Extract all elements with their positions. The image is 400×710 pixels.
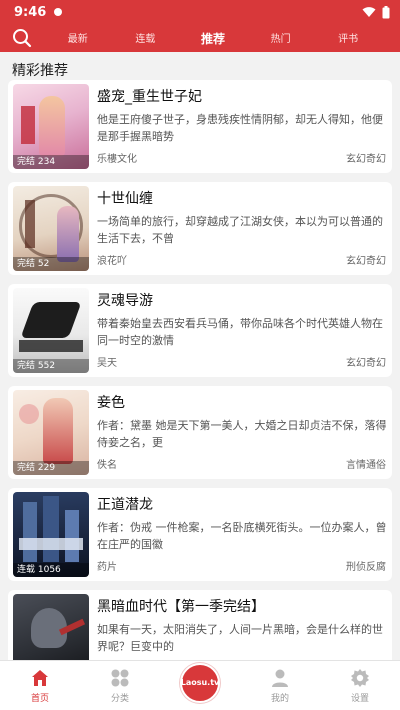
bottom-nav-category[interactable]: 分类 xyxy=(90,667,150,704)
search-button[interactable] xyxy=(0,24,44,52)
search-icon xyxy=(13,29,32,48)
book-cover: 完结 52 xyxy=(13,186,89,271)
book-description: 他是王府傻子世子，身患残疾性情阴郁，却无人得知，他便是那手握黑暗势 xyxy=(97,113,383,143)
book-genre: 言情通俗 xyxy=(346,460,386,471)
book-title: 正道潜龙 xyxy=(97,497,153,513)
book-description: 如果有一天，太阳消失了，人间一片黑暗，会是什么样的世界呢？巨变中的 xyxy=(97,623,383,653)
book-title: 灵魂导游 xyxy=(97,293,153,309)
battery-icon xyxy=(382,5,390,18)
book-status-badge: 完结 52 xyxy=(13,257,89,271)
home-icon xyxy=(29,667,51,689)
book-status-badge: 完结 552 xyxy=(13,359,89,373)
bottom-nav-profile[interactable]: 我的 xyxy=(250,667,310,704)
book-description: 带着秦始皇去西安看兵马俑，带你品味各个时代英雄人物在同一时空的激情 xyxy=(97,317,383,347)
book-card[interactable]: 完结 52 十世仙缠 一场简单的旅行，却穿越成了江湖女侠，本以为可以普通的生活下… xyxy=(8,182,392,275)
book-description: 作者：伪戒 一件枪案，一名卧底横死街头。一位办案人，曾在庄严的国徽 xyxy=(97,521,387,551)
grid-icon xyxy=(109,667,131,689)
tab-storytelling[interactable]: 评书 xyxy=(324,30,372,47)
book-status-badge: 完结 234 xyxy=(13,155,89,169)
bottom-nav-settings[interactable]: 设置 xyxy=(330,667,390,704)
bottom-nav-label: 分类 xyxy=(110,694,129,704)
book-author: 浪花吖 xyxy=(97,256,127,267)
app-logo: Laosu.tv xyxy=(180,662,220,703)
book-card[interactable]: 完结 234 盛宠_重生世子妃 他是王府傻子世子，身患残疾性情阴郁，却无人得知，… xyxy=(8,80,392,173)
book-title: 黑暗血时代【第一季完结】 xyxy=(97,599,265,615)
book-status-badge: 连载 1056 xyxy=(13,563,89,577)
notification-dot-icon xyxy=(54,8,63,16)
book-status-badge: 完结 229 xyxy=(13,461,89,475)
status-icons xyxy=(362,5,390,19)
top-nav: 最新 连载 推荐 热门 评书 xyxy=(0,24,400,52)
book-title: 妾色 xyxy=(97,395,125,411)
user-icon xyxy=(269,667,291,689)
book-genre: 玄幻奇幻 xyxy=(346,358,386,369)
bottom-nav-label: 我的 xyxy=(270,694,289,704)
wifi-icon xyxy=(362,7,376,17)
tab-latest[interactable]: 最新 xyxy=(54,30,102,47)
tab-recommended[interactable]: 推荐 xyxy=(189,30,237,47)
book-cover: 完结 234 xyxy=(13,84,89,169)
bottom-nav: 首页 分类 Laosu.tv 我的 设置 xyxy=(0,660,400,710)
tab-serialized[interactable]: 连载 xyxy=(121,30,169,47)
bottom-nav-label: 设置 xyxy=(350,694,369,704)
book-genre: 刑侦反腐 xyxy=(346,562,386,573)
book-author: 吴天 xyxy=(97,358,117,369)
tab-popular[interactable]: 热门 xyxy=(257,30,305,47)
book-cover: 完结 229 xyxy=(13,390,89,475)
bottom-nav-home[interactable]: 首页 xyxy=(10,667,70,704)
book-genre: 玄幻奇幻 xyxy=(346,256,386,267)
status-time: 9:46 xyxy=(14,4,47,20)
section-title: 精彩推荐 xyxy=(12,63,68,79)
bottom-nav-label: 首页 xyxy=(30,694,49,704)
category-tabs: 最新 连载 推荐 热门 评书 xyxy=(44,30,400,47)
book-title: 盛宠_重生世子妃 xyxy=(97,89,202,105)
book-author: 药片 xyxy=(97,562,117,573)
book-title: 十世仙缠 xyxy=(97,191,153,207)
book-card[interactable]: 完结 552 灵魂导游 带着秦始皇去西安看兵马俑，带你品味各个时代英雄人物在同一… xyxy=(8,284,392,377)
book-genre: 玄幻奇幻 xyxy=(346,154,386,165)
status-bar: 9:46 xyxy=(0,0,400,24)
book-description: 一场简单的旅行，却穿越成了江湖女侠，本以为可以普通的生活下去，不曾 xyxy=(97,215,383,245)
book-cover: 连载 1056 xyxy=(13,492,89,577)
book-cover: 完结 552 xyxy=(13,288,89,373)
gear-icon xyxy=(349,667,371,689)
book-author: 佚名 xyxy=(97,460,117,471)
bottom-nav-logo[interactable]: Laosu.tv xyxy=(170,662,230,703)
book-author: 乐樓文化 xyxy=(97,154,137,165)
book-list: 完结 234 盛宠_重生世子妃 他是王府傻子世子，身患残疾性情阴郁，却无人得知，… xyxy=(8,80,392,692)
book-card[interactable]: 连载 1056 正道潜龙 作者：伪戒 一件枪案，一名卧底横死街头。一位办案人，曾… xyxy=(8,488,392,581)
book-card[interactable]: 完结 229 妾色 作者：黛墨 她是天下第一美人，大婚之日却贞洁不保，落得侍妾之… xyxy=(8,386,392,479)
book-description: 作者：黛墨 她是天下第一美人，大婚之日却贞洁不保，落得侍妾之名，更 xyxy=(97,419,387,449)
